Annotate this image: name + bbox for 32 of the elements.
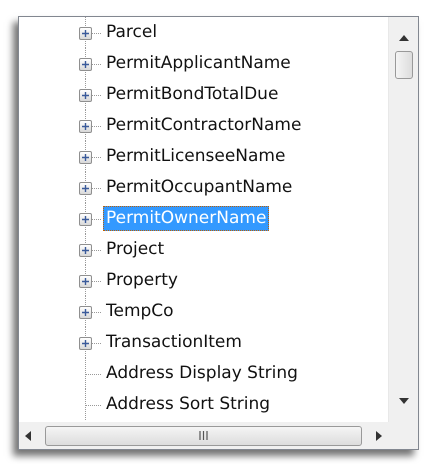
tree-item[interactable]: Project: [103, 236, 168, 262]
vertical-scrollbar[interactable]: [388, 17, 418, 422]
scrollbar-thumb[interactable]: [45, 426, 362, 446]
expand-icon[interactable]: [79, 58, 92, 70]
tree-item[interactable]: TempCo: [103, 298, 177, 324]
expand-icon[interactable]: [79, 120, 92, 132]
expand-icon[interactable]: [79, 274, 92, 288]
expand-icon[interactable]: [79, 306, 92, 318]
tree-item[interactable]: Parcel: [103, 20, 160, 46]
tree-item[interactable]: PermitOccupantName: [103, 174, 296, 200]
expand-icon[interactable]: [79, 88, 92, 102]
horizontal-scrollbar[interactable]: [19, 422, 388, 449]
tree-item[interactable]: PermitLicenseeName: [103, 144, 288, 170]
scroll-up-icon[interactable]: [398, 35, 408, 41]
scroll-down-icon[interactable]: [398, 398, 408, 404]
expand-icon[interactable]: [79, 150, 92, 164]
tree-item[interactable]: Property: [103, 268, 181, 294]
tree-item[interactable]: PermitBondTotalDue: [103, 82, 282, 108]
tree-item[interactable]: Address Display String: [103, 360, 301, 386]
expand-icon[interactable]: [79, 336, 92, 350]
tree-item[interactable]: PermitApplicantName: [103, 50, 294, 76]
expand-icon[interactable]: [79, 182, 92, 194]
grip-icon: [199, 431, 208, 440]
scroll-left-icon[interactable]: [25, 430, 31, 440]
expand-icon[interactable]: [79, 244, 92, 256]
tree-item[interactable]: Address Sort String: [103, 392, 274, 418]
scrollbar-thumb[interactable]: [394, 51, 412, 79]
expand-icon[interactable]: [79, 26, 92, 40]
expand-icon[interactable]: [79, 212, 92, 226]
scroll-right-icon[interactable]: [376, 430, 382, 440]
tree-item[interactable]: TransactionItem: [103, 330, 245, 356]
tree-item[interactable]: PermitContractorName: [103, 112, 304, 138]
